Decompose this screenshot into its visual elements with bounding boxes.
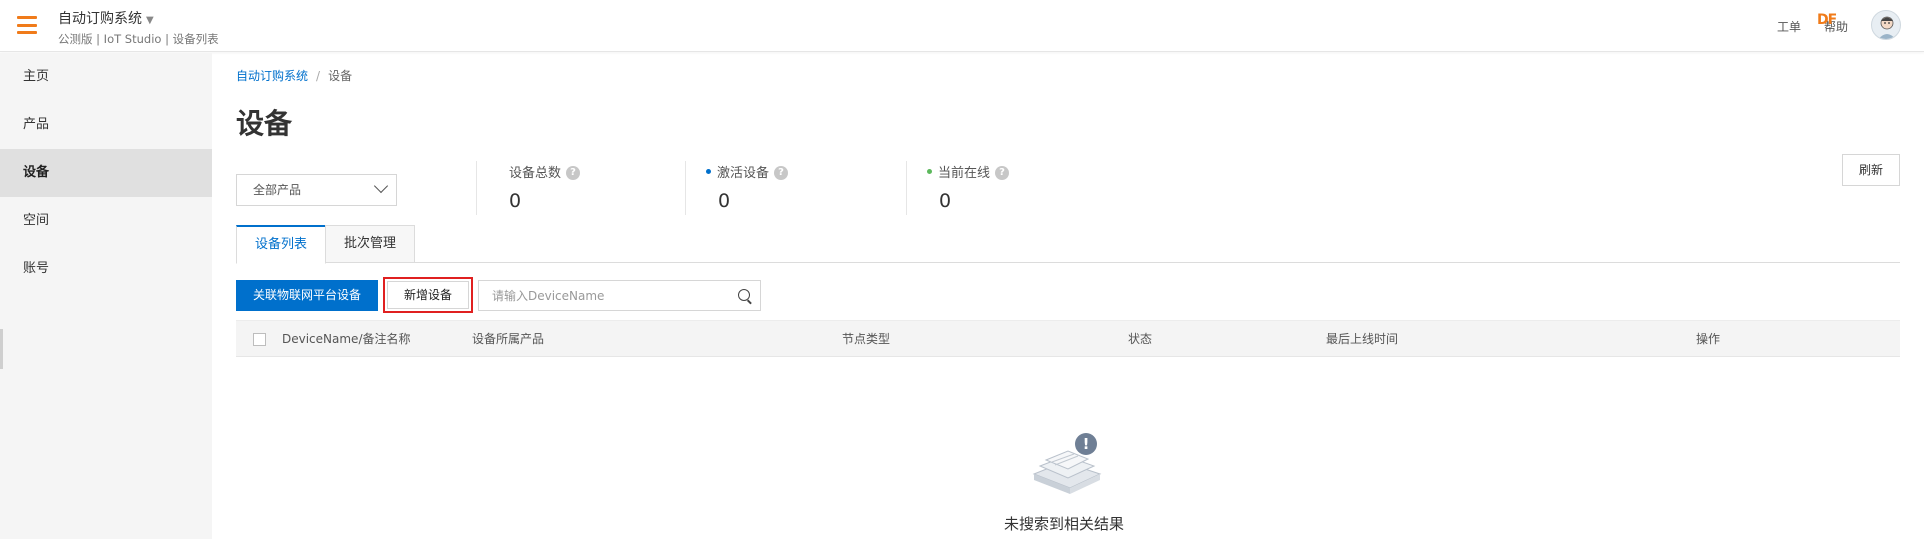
status-dot-icon — [706, 169, 711, 174]
help-icon[interactable]: ? — [995, 165, 1010, 180]
top-header: 自动订购系统 ▼ 公测版 | IoT Studio | 设备列表 工单 帮助 DF — [0, 0, 1924, 52]
app-subtitle: 公测版 | IoT Studio | 设备列表 — [58, 32, 219, 46]
breadcrumb: 自动订购系统 / 设备 — [236, 67, 352, 84]
avatar[interactable] — [1871, 10, 1901, 40]
column-last-online: 最后上线时间 — [1326, 332, 1399, 346]
ticket-link[interactable]: 工单 — [1777, 18, 1801, 35]
stat-label: 设备总数 — [509, 166, 562, 181]
caret-down-icon[interactable]: ▼ — [146, 15, 154, 26]
sidebar-item-products[interactable]: 产品 — [0, 101, 212, 149]
breadcrumb-separator: / — [316, 69, 321, 83]
tab-device-list[interactable]: 设备列表 — [236, 225, 326, 264]
help-icon[interactable]: ? — [566, 165, 581, 180]
empty-message: 未搜索到相关结果 — [1004, 515, 1125, 533]
stat-value: 0 — [939, 190, 952, 212]
column-devicename: DeviceName/备注名称 — [282, 332, 411, 346]
help-icon[interactable]: ? — [774, 165, 789, 180]
add-device-label: 新增设备 — [387, 281, 469, 309]
page-title: 设备 — [236, 107, 293, 140]
table-header: DeviceName/备注名称 设备所属产品 节点类型 状态 最后上线时间 操作 — [236, 320, 1900, 357]
empty-icon-glyph: ! — [1083, 435, 1090, 453]
empty-result-icon: ! — [1032, 433, 1102, 494]
df-badge: DF — [1817, 12, 1837, 28]
sidebar-scrollbar[interactable] — [0, 329, 3, 369]
stat-online-devices: 当前在线? 0 — [906, 161, 1010, 215]
stat-value: 0 — [509, 190, 522, 212]
column-actions: 操作 — [1696, 332, 1721, 346]
sidebar-item-spaces[interactable]: 空间 — [0, 197, 212, 245]
tab-bar: 设备列表 批次管理 — [236, 225, 1900, 264]
stat-activated-devices: 激活设备? 0 — [685, 161, 789, 215]
sidebar-item-home[interactable]: 主页 — [0, 53, 212, 101]
search-box — [478, 280, 761, 311]
column-status: 状态 — [1128, 332, 1153, 346]
search-icon[interactable] — [738, 289, 750, 301]
search-input[interactable] — [479, 281, 719, 310]
tab-batch-management[interactable]: 批次管理 — [325, 225, 415, 263]
product-select[interactable]: 全部产品 — [236, 174, 397, 206]
avatar-icon — [1878, 16, 1896, 39]
select-all-checkbox[interactable] — [253, 333, 266, 346]
add-device-button[interactable]: 新增设备 — [383, 277, 473, 313]
link-platform-device-button[interactable]: 关联物联网平台设备 — [236, 280, 378, 311]
app-title-text: 自动订购系统 — [58, 11, 142, 27]
status-dot-icon — [927, 169, 932, 174]
stat-value: 0 — [718, 190, 731, 212]
stat-total-devices: 设备总数? 0 — [476, 161, 581, 215]
refresh-button[interactable]: 刷新 — [1842, 154, 1900, 186]
sidebar: 主页 产品 设备 空间 账号 — [0, 53, 212, 539]
column-node-type: 节点类型 — [842, 332, 891, 346]
column-product: 设备所属产品 — [472, 332, 545, 346]
sidebar-item-accounts[interactable]: 账号 — [0, 245, 212, 293]
menu-icon[interactable] — [17, 16, 37, 34]
sidebar-item-devices[interactable]: 设备 — [0, 149, 212, 197]
breadcrumb-root[interactable]: 自动订购系统 — [236, 69, 308, 83]
stat-label: 激活设备 — [717, 166, 770, 181]
chevron-down-icon — [373, 178, 389, 194]
app-title[interactable]: 自动订购系统 ▼ — [58, 8, 154, 28]
product-select-value: 全部产品 — [253, 183, 302, 197]
stat-label: 当前在线 — [938, 166, 991, 181]
breadcrumb-current: 设备 — [328, 69, 353, 83]
